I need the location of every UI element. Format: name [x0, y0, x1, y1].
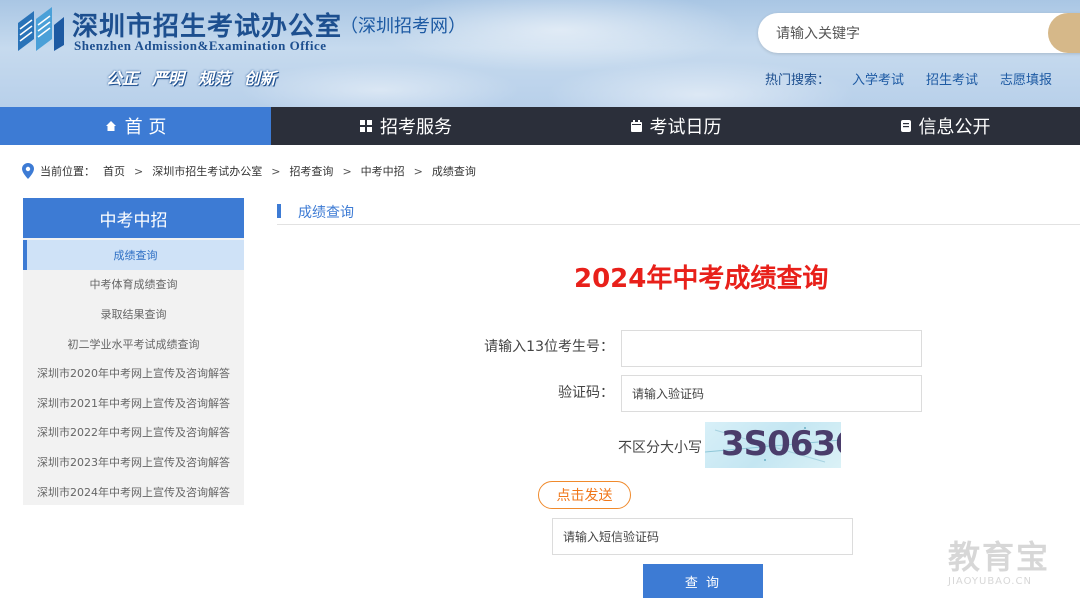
nav-home[interactable]: 首 页	[0, 107, 271, 145]
captcha-hint: 不区分大小写	[618, 440, 702, 456]
slogan-innovation: 创新	[244, 69, 277, 88]
breadcrumb-separator: >	[271, 164, 281, 178]
sidebar-item-2020-qa[interactable]: 深圳市2020年中考网上宣传及咨询解答	[23, 358, 244, 388]
nav-calendar[interactable]: 考试日历	[541, 107, 811, 145]
nav-disclosure-label: 信息公开	[918, 117, 991, 138]
calendar-icon	[630, 120, 642, 132]
section-header: 成绩查询	[277, 201, 1080, 225]
sms-code-input[interactable]	[552, 518, 853, 555]
query-button[interactable]: 查 询	[643, 564, 763, 598]
breadcrumb-home[interactable]: 首页	[103, 163, 125, 179]
site-english-name: Shenzhen Admission&Examination Office	[74, 38, 327, 53]
nav-home-label: 首 页	[124, 117, 167, 138]
sidebar-item-grade8-score[interactable]: 初二学业水平考试成绩查询	[23, 329, 244, 359]
sidebar-item-2021-qa[interactable]: 深圳市2021年中考网上宣传及咨询解答	[23, 388, 244, 418]
send-sms-button[interactable]: 点击发送	[538, 481, 631, 509]
section-marker	[277, 204, 281, 218]
sidebar: 中考中招 成绩查询 中考体育成绩查询 录取结果查询 初二学业水平考试成绩查询 深…	[23, 198, 244, 505]
exam-number-input[interactable]	[621, 330, 922, 367]
hot-search: 热门搜索： 入学考试 招生考试 志愿填报	[765, 69, 1052, 88]
captcha-label: 验证码：	[558, 385, 614, 401]
home-icon	[105, 121, 116, 131]
hot-link-application[interactable]: 志愿填报	[1000, 69, 1052, 88]
main-nav: 首 页 招考服务 考试日历 信息公开	[0, 107, 1080, 145]
logo-icon	[18, 7, 64, 51]
slogan-fairness: 公正	[106, 69, 139, 88]
nav-calendar-label: 考试日历	[649, 117, 722, 138]
hot-search-label: 热门搜索：	[765, 73, 831, 88]
hot-link-entrance-exam[interactable]: 入学考试	[852, 69, 904, 88]
breadcrumb-separator: >	[413, 164, 423, 178]
section-title: 成绩查询	[298, 205, 354, 221]
document-icon	[900, 120, 911, 132]
breadcrumb-separator: >	[342, 164, 352, 178]
grid-icon	[360, 120, 372, 132]
watermark-cn: 教育宝	[948, 538, 1051, 576]
breadcrumb-query[interactable]: 招考查询	[289, 163, 333, 179]
sidebar-title: 中考中招	[23, 198, 244, 238]
sidebar-item-2023-qa[interactable]: 深圳市2023年中考网上宣传及咨询解答	[23, 447, 244, 477]
nav-services[interactable]: 招考服务	[271, 107, 541, 145]
slogans: 公正 严明 规范 创新	[106, 65, 276, 89]
slogan-standard: 规范	[198, 69, 231, 88]
breadcrumb: 当前位置： 首页 > 深圳市招生考试办公室 > 招考查询 > 中考中招 > 成绩…	[22, 163, 476, 179]
sidebar-item-score-query[interactable]: 成绩查询	[23, 240, 244, 270]
captcha-input[interactable]	[621, 375, 922, 412]
sidebar-item-pe-score[interactable]: 中考体育成绩查询	[23, 270, 244, 300]
captcha-image[interactable]: 3S063Q	[705, 422, 841, 468]
page-title: 2024年中考成绩查询	[574, 264, 829, 294]
header-banner: 深圳市招生考试办公室 （深圳招考网） Shenzhen Admission&Ex…	[0, 0, 1080, 107]
slogan-strictness: 严明	[152, 69, 185, 88]
site-subtitle: （深圳招考网）	[340, 16, 466, 37]
location-pin-icon	[22, 163, 34, 179]
hot-link-admission-exam[interactable]: 招生考试	[926, 69, 978, 88]
nav-disclosure[interactable]: 信息公开	[811, 107, 1080, 145]
search-input[interactable]	[774, 13, 1048, 55]
breadcrumb-office[interactable]: 深圳市招生考试办公室	[152, 163, 262, 179]
nav-services-label: 招考服务	[380, 117, 452, 138]
search-button[interactable]	[1048, 13, 1080, 53]
sidebar-item-2022-qa[interactable]: 深圳市2022年中考网上宣传及咨询解答	[23, 418, 244, 448]
breadcrumb-current[interactable]: 成绩查询	[432, 163, 476, 179]
breadcrumb-zhongkao[interactable]: 中考中招	[361, 163, 405, 179]
breadcrumb-separator: >	[134, 164, 144, 178]
sidebar-item-2024-qa[interactable]: 深圳市2024年中考网上宣传及咨询解答	[23, 477, 244, 507]
search-box	[758, 13, 1080, 55]
watermark: 教育宝 JIAOYUBAO.CN	[948, 532, 1050, 587]
exam-number-label: 请输入13位考生号：	[484, 339, 614, 355]
breadcrumb-prefix: 当前位置：	[40, 165, 95, 178]
captcha-text: 3S063Q	[721, 424, 841, 464]
sidebar-item-admission-result[interactable]: 录取结果查询	[23, 299, 244, 329]
